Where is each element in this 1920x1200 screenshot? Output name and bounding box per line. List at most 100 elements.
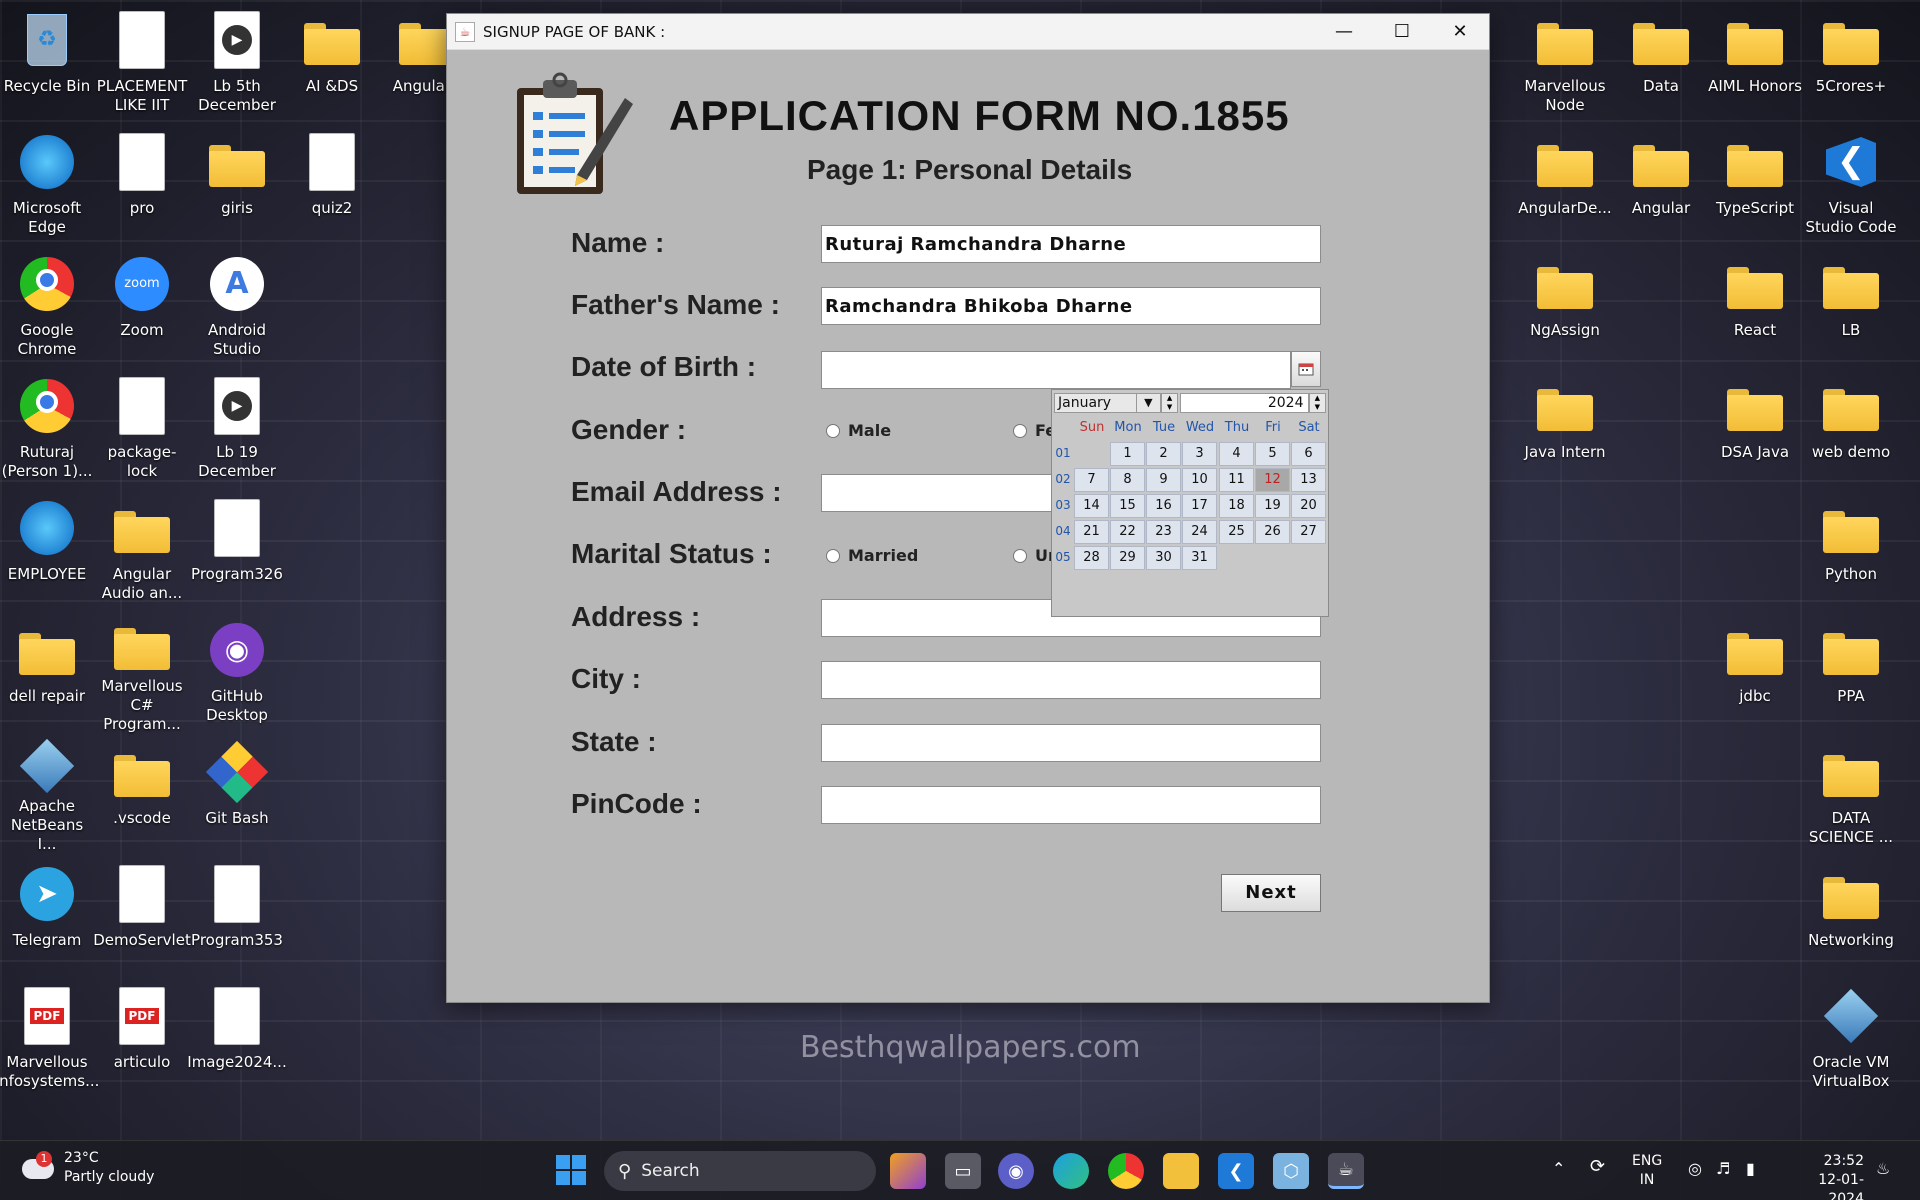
window-titlebar[interactable]: ☕ SIGNUP PAGE OF BANK : — ☐ ✕ [447,14,1489,50]
gender-male-radio[interactable]: Male [826,421,891,440]
desktop-icon-ppa[interactable]: PPA [1804,614,1898,730]
desktop-icon-lb-5th-december[interactable]: ▶ Lb 5th December [190,4,284,120]
calendar-day[interactable]: 13 [1291,468,1326,492]
battery-icon[interactable]: ▮ [1746,1159,1755,1178]
desktop-icon-marvellous-infosystems[interactable]: PDF Marvellous Infosystems... [0,980,99,1096]
desktop-icon-oracle-vm-virtualbox[interactable]: Oracle VM VirtualBox [1804,980,1898,1096]
calendar-day[interactable]: 20 [1291,494,1326,518]
dob-input[interactable] [821,351,1291,389]
calendar-day[interactable]: 6 [1291,442,1326,466]
calendar-day[interactable]: 23 [1146,520,1181,544]
taskbar-task-view[interactable]: ▭ [945,1153,981,1189]
name-input[interactable]: Ruturaj Ramchandra Dharne [821,225,1321,263]
maximize-button[interactable]: ☐ [1373,14,1431,50]
calendar-day[interactable]: 15 [1110,494,1145,518]
close-button[interactable]: ✕ [1431,14,1489,50]
father-name-input[interactable]: Ramchandra Bhikoba Dharne [821,287,1321,325]
calendar-day[interactable]: 18 [1219,494,1254,518]
minimize-button[interactable]: — [1315,14,1373,50]
calendar-day[interactable]: 16 [1146,494,1181,518]
calendar-day[interactable]: 28 [1074,546,1109,570]
desktop-icon-lb-19-december[interactable]: ▶ Lb 19 December [190,370,284,486]
desktop-icon-vscode[interactable]: .vscode [95,736,189,852]
taskbar-netbeans[interactable]: ⬡ [1273,1153,1309,1189]
desktop-icon-zoom[interactable]: zoom Zoom [95,248,189,364]
desktop-icon-java-intern[interactable]: Java Intern [1518,370,1612,486]
desktop-icon-dell-repair[interactable]: dell repair [0,614,94,730]
city-input[interactable] [821,661,1321,699]
desktop-icon-employee[interactable]: EMPLOYEE [0,492,94,608]
calendar-day[interactable]: 17 [1182,494,1217,518]
desktop-icon-ai-ds[interactable]: AI &DS [285,4,379,120]
desktop-icon-quiz2[interactable]: quiz2 [285,126,379,242]
month-spinner[interactable]: ▲ ▼ [1160,393,1179,413]
calendar-day[interactable]: 8 [1110,468,1145,492]
calendar-day[interactable]: 22 [1110,520,1145,544]
desktop-icon-data-science[interactable]: DATA SCIENCE ... [1804,736,1898,852]
desktop-icon-networking[interactable]: Networking [1804,858,1898,974]
taskbar-chrome[interactable] [1108,1153,1144,1189]
calendar-day[interactable]: 30 [1146,546,1181,570]
calendar-day[interactable]: 25 [1219,520,1254,544]
desktop-icon-aiml-honors[interactable]: AIML Honors [1708,4,1802,120]
volume-icon[interactable]: ♬ [1716,1159,1730,1178]
desktop-icon-data[interactable]: Data [1614,4,1708,120]
desktop-icon-ngassign[interactable]: NgAssign [1518,248,1612,364]
calendar-day[interactable]: 31 [1182,546,1217,570]
calendar-day[interactable]: 4 [1219,442,1254,466]
calendar-day[interactable]: 24 [1182,520,1217,544]
calendar-day-selected[interactable]: 12 [1255,468,1290,492]
desktop-icon-angular[interactable]: Angular [1614,126,1708,242]
desktop-icon-apache-netbeans-i[interactable]: Apache NetBeans I... [0,736,94,853]
taskbar-copilot[interactable] [890,1153,926,1189]
calendar-day[interactable]: 9 [1146,468,1181,492]
year-spinner[interactable]: ▲ ▼ [1308,393,1327,413]
clock[interactable]: 23:52 12-01-2024 [1784,1152,1864,1200]
month-select[interactable]: January ▼ [1054,393,1161,413]
desktop-icon-google-chrome[interactable]: Google Chrome [0,248,94,364]
calendar-day[interactable]: 27 [1291,520,1326,544]
state-input[interactable] [821,724,1321,762]
taskbar-edge[interactable] [1053,1153,1089,1189]
desktop-icon-program353[interactable]: Program353 [190,858,284,974]
desktop-icon-angular-audio-an[interactable]: Angular Audio an... [95,492,189,608]
desktop-icon-microsoft-edge[interactable]: Microsoft Edge [0,126,94,242]
desktop-icon-python[interactable]: Python [1804,492,1898,608]
taskbar-java-app[interactable]: ☕ [1328,1153,1364,1189]
marital-married-radio[interactable]: Married [826,546,918,565]
next-button[interactable]: Next [1221,874,1321,912]
calendar-day[interactable]: 5 [1255,442,1290,466]
desktop-icon-angularde[interactable]: AngularDe... [1518,126,1612,242]
taskbar-teams[interactable]: ◉ [998,1153,1034,1189]
desktop-icon-giris[interactable]: giris [190,126,284,242]
language-indicator[interactable]: ENG IN [1632,1152,1662,1190]
desktop-icon-android-studio[interactable]: A Android Studio [190,248,284,364]
desktop-icon-recycle-bin[interactable]: ♻ Recycle Bin [0,4,94,120]
calendar-day[interactable]: 14 [1074,494,1109,518]
desktop-icon-marvellous-node[interactable]: Marvellous Node [1518,4,1612,120]
weather-widget[interactable]: 1 23°C Partly cloudy [22,1149,154,1187]
calendar-day[interactable]: 29 [1110,546,1145,570]
calendar-day[interactable]: 10 [1182,468,1217,492]
calendar-day[interactable]: 21 [1074,520,1109,544]
desktop-icon-lb[interactable]: LB [1804,248,1898,364]
wifi-icon[interactable]: ◎ [1688,1159,1702,1178]
desktop-icon-program326[interactable]: Program326 [190,492,284,608]
desktop-icon-typescript[interactable]: TypeScript [1708,126,1802,242]
desktop-icon-jdbc[interactable]: jdbc [1708,614,1802,730]
desktop-icon-telegram[interactable]: ➤ Telegram [0,858,94,974]
sync-icon[interactable]: ⟳ [1590,1157,1605,1176]
desktop-icon-articulo[interactable]: PDF articulo [95,980,189,1096]
desktop-icon-demoservlet[interactable]: DemoServlet [93,858,191,974]
desktop-icon-ruturaj-person-1[interactable]: Ruturaj (Person 1)... [0,370,94,486]
calendar-day[interactable]: 1 [1110,442,1145,466]
calendar-day[interactable]: 11 [1219,468,1254,492]
start-button[interactable] [556,1155,586,1185]
desktop-icon-dsa-java[interactable]: DSA Java [1708,370,1802,486]
notification-bell-icon[interactable]: ♨ [1876,1159,1890,1178]
calendar-button[interactable] [1291,351,1321,387]
desktop-icon-5crores[interactable]: 5Crores+ [1804,4,1898,120]
desktop-icon-web-demo[interactable]: web demo [1804,370,1898,486]
desktop-icon-git-bash[interactable]: Git Bash [190,736,284,852]
desktop-icon-react[interactable]: React [1708,248,1802,364]
